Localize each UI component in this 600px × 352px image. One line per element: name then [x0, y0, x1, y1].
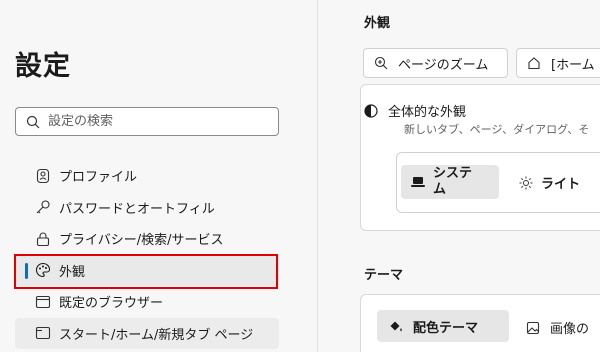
settings-nav: プロファイル パスワードとオートフィル プライバシー/検索/サービス 外観 既定…	[15, 160, 279, 349]
browser-icon	[35, 295, 51, 308]
mode-system-option[interactable]: システム	[401, 165, 499, 199]
home-icon	[528, 57, 540, 70]
sidebar-item-label: スタート/ホーム/新規タブ ページ	[59, 327, 254, 343]
sidebar-item-privacy[interactable]: プライバシー/検索/サービス	[15, 223, 279, 254]
tab-color-theme[interactable]: 配色テーマ	[377, 310, 509, 342]
settings-sidebar: 設定 プロファイル パスワードとオートフィル プライバシー/検索/サービス 外観…	[0, 0, 318, 352]
newtab-icon	[35, 326, 51, 340]
image-icon	[526, 321, 540, 334]
overall-appearance-title: 全体的な外観	[364, 101, 466, 120]
lock-icon	[36, 232, 50, 246]
profile-icon	[36, 168, 50, 183]
sidebar-item-default-browser[interactable]: 既定のブラウザー	[15, 286, 279, 317]
zoom-in-icon	[374, 56, 388, 70]
home-chip[interactable]: [ホーム	[516, 48, 600, 78]
sidebar-item-label: パスワードとオートフィル	[59, 201, 215, 217]
tab-label: 配色テーマ	[413, 320, 479, 336]
sun-icon	[519, 176, 533, 189]
page-zoom-chip[interactable]: ページのズーム	[363, 48, 508, 78]
sidebar-item-passwords[interactable]: パスワードとオートフィル	[15, 192, 279, 223]
search-input[interactable]	[48, 114, 268, 129]
theme-heading: テーマ	[364, 268, 404, 283]
chip-label: [ホーム	[551, 57, 595, 73]
sidebar-item-label: 既定のブラウザー	[59, 296, 164, 311]
sidebar-item-appearance[interactable]: 外観	[15, 254, 279, 286]
sidebar-item-start-home-newtab[interactable]: スタート/ホーム/新規タブ ページ	[15, 317, 279, 349]
appearance-mode-selector: システム ライト	[396, 152, 600, 213]
key-icon	[36, 200, 50, 214]
mode-label: ライト	[541, 177, 581, 192]
sidebar-item-profiles[interactable]: プロファイル	[15, 160, 279, 191]
tab-image-theme[interactable]: 画像の	[526, 318, 589, 337]
appearance-heading: 外観	[364, 16, 391, 31]
mode-label: システム	[433, 166, 473, 197]
sidebar-item-label: プライバシー/検索/サービス	[59, 233, 224, 248]
sidebar-item-label: 外観	[59, 264, 86, 280]
settings-search[interactable]	[15, 107, 279, 136]
overall-appearance-description: 新しいタブ、ページ、ダイアログ、そ	[404, 123, 590, 136]
paint-bucket-icon	[390, 321, 402, 332]
laptop-icon	[411, 177, 425, 187]
palette-icon	[35, 262, 51, 278]
main-content: 外観 ページのズーム [ホーム 全体的な外観 新しいタブ、ページ、ダイアログ、そ…	[319, 0, 600, 352]
search-icon	[26, 115, 40, 128]
tab-label: 画像の	[550, 322, 590, 337]
sidebar-item-label: プロファイル	[59, 170, 138, 185]
page-title: 設定	[15, 51, 71, 82]
contrast-icon	[364, 103, 378, 118]
mode-light-option[interactable]: ライト	[519, 173, 580, 192]
chip-label: ページのズーム	[398, 57, 489, 73]
